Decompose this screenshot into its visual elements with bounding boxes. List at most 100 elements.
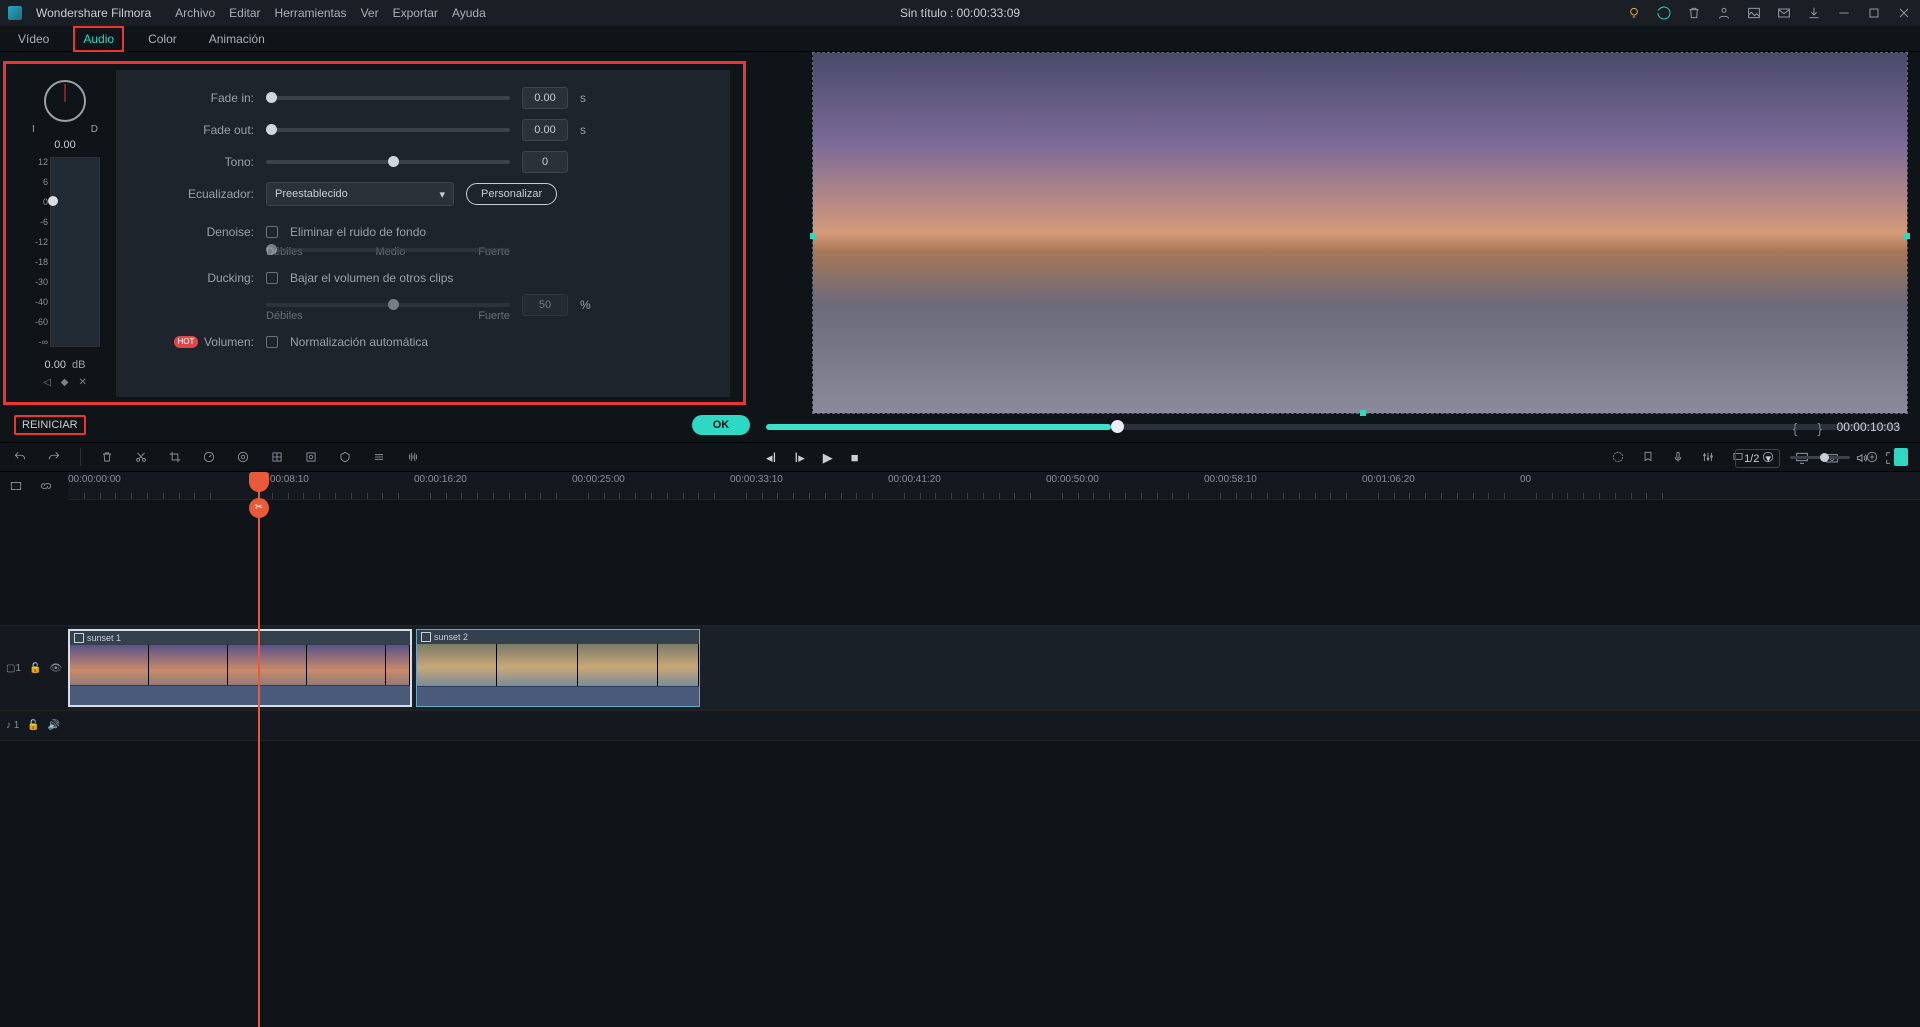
- clip-sunset-2[interactable]: sunset 2: [416, 629, 700, 707]
- scrubber-handle[interactable]: [1111, 420, 1124, 433]
- speed-icon[interactable]: [201, 449, 217, 465]
- refresh-icon[interactable]: [1656, 5, 1672, 21]
- video-track-row[interactable]: sunset 1 sunset 2: [68, 625, 1920, 711]
- close-icon[interactable]: [1896, 5, 1912, 21]
- tone-value[interactable]: 0: [522, 151, 568, 173]
- speaker-icon[interactable]: 🔊: [48, 720, 60, 731]
- lock-icon[interactable]: 🔓: [29, 663, 41, 674]
- tab-audio[interactable]: Audio: [73, 26, 124, 52]
- audio-track-row[interactable]: [68, 711, 1920, 741]
- level-handle[interactable]: [48, 196, 58, 206]
- resize-handle-right[interactable]: [1904, 233, 1910, 239]
- audio-sync-icon[interactable]: [405, 449, 421, 465]
- ducking-value[interactable]: 50: [522, 294, 568, 316]
- next-frame-button[interactable]: Ⅰ▸: [794, 450, 804, 466]
- clip-sunset-1[interactable]: sunset 1: [68, 629, 412, 707]
- equalizer-customize-button[interactable]: Personalizar: [466, 183, 557, 205]
- trash-icon[interactable]: [1686, 5, 1702, 21]
- ruler-tick: 00:00:50:00: [1046, 474, 1099, 485]
- page-indicator[interactable]: 1/2 ▾: [1735, 449, 1780, 468]
- ducking-slider[interactable]: [266, 303, 510, 307]
- crop-icon[interactable]: [167, 449, 183, 465]
- image-icon[interactable]: [1746, 5, 1762, 21]
- slider-knob[interactable]: [388, 156, 399, 167]
- pan-left-label: I: [32, 124, 35, 135]
- keyframe-next-icon[interactable]: ✕: [79, 377, 87, 388]
- mask-icon[interactable]: [337, 449, 353, 465]
- delete-icon[interactable]: [99, 449, 115, 465]
- mail-icon[interactable]: [1776, 5, 1792, 21]
- ok-button[interactable]: OK: [692, 415, 750, 435]
- fullscreen-icon[interactable]: [1884, 450, 1900, 466]
- slider-knob[interactable]: [266, 92, 277, 103]
- zoom-slider[interactable]: [1790, 456, 1850, 459]
- menu-archivo[interactable]: Archivo: [175, 6, 215, 20]
- volume-icon[interactable]: [1854, 450, 1870, 466]
- in-out-brackets[interactable]: { }: [1793, 420, 1830, 436]
- video-track-head[interactable]: ▢1 🔓 👁: [0, 625, 68, 711]
- resize-handle-left[interactable]: [810, 233, 816, 239]
- slider-knob[interactable]: [388, 299, 399, 310]
- maximize-icon[interactable]: [1866, 5, 1882, 21]
- minimize-icon[interactable]: [1836, 5, 1852, 21]
- ducking-check-label: Bajar el volumen de otros clips: [290, 271, 453, 285]
- bulb-icon[interactable]: [1626, 5, 1642, 21]
- preview-controls: ◂Ⅰ Ⅰ▸ ▶ ■ 1/2 ▾: [766, 444, 1900, 472]
- eye-icon[interactable]: 👁: [49, 663, 62, 674]
- fade-out-value[interactable]: 0.00: [522, 119, 568, 141]
- color-icon[interactable]: [235, 449, 251, 465]
- slider-knob[interactable]: [266, 244, 277, 255]
- resize-handle-bottom[interactable]: [1360, 410, 1366, 416]
- inspector-tabs: Vídeo Audio Color Animación: [0, 26, 1920, 52]
- greenscreen-icon[interactable]: [269, 449, 285, 465]
- playhead-split-icon[interactable]: ✂: [249, 498, 269, 518]
- menu-editar[interactable]: Editar: [229, 6, 260, 20]
- fade-out-slider[interactable]: [266, 128, 510, 132]
- denoise-slider[interactable]: [266, 248, 510, 252]
- equalizer-select[interactable]: Preestablecido ▾: [266, 182, 454, 206]
- denoise-checkbox[interactable]: [266, 226, 278, 238]
- zoom-knob[interactable]: [1820, 453, 1829, 462]
- play-button[interactable]: ▶: [823, 450, 833, 466]
- playhead-handle[interactable]: [249, 472, 269, 492]
- lock-icon[interactable]: 🔓: [27, 720, 39, 731]
- tab-color[interactable]: Color: [140, 28, 185, 50]
- keyframe-icon[interactable]: [303, 449, 319, 465]
- user-icon[interactable]: [1716, 5, 1732, 21]
- redo-icon[interactable]: [46, 449, 62, 465]
- hot-badge: HOT: [174, 336, 198, 348]
- prev-frame-button[interactable]: ◂Ⅰ: [766, 450, 776, 466]
- fade-out-label: Fade out:: [134, 123, 254, 137]
- timeline-media-icon[interactable]: [8, 478, 24, 494]
- volume-normalize-checkbox[interactable]: [266, 336, 278, 348]
- menu-herramientas[interactable]: Herramientas: [275, 6, 347, 20]
- slider-knob[interactable]: [266, 124, 277, 135]
- pan-dial[interactable]: [44, 80, 86, 122]
- menu-exportar[interactable]: Exportar: [393, 6, 438, 20]
- volume-meter: I D 0.00 12 6 0 -6 -12 -18 -30 -40 -60 -…: [30, 80, 100, 410]
- download-icon[interactable]: [1806, 5, 1822, 21]
- undo-icon[interactable]: [12, 449, 28, 465]
- tab-animation[interactable]: Animación: [201, 28, 273, 50]
- ducking-checkbox[interactable]: [266, 272, 278, 284]
- audio-track-head[interactable]: ♪ 1 🔓 🔊: [0, 711, 68, 741]
- keyframe-add-icon[interactable]: ◆: [61, 377, 69, 388]
- keyframe-prev-icon[interactable]: ◁: [43, 377, 51, 388]
- stop-button[interactable]: ■: [851, 450, 859, 466]
- playhead[interactable]: ✂: [258, 472, 260, 1027]
- tone-slider[interactable]: [266, 160, 510, 164]
- reset-button[interactable]: REINICIAR: [14, 415, 86, 435]
- tab-video[interactable]: Vídeo: [10, 28, 57, 50]
- menu-ver[interactable]: Ver: [361, 6, 379, 20]
- timeline-link-icon[interactable]: [38, 478, 54, 494]
- cut-icon[interactable]: [133, 449, 149, 465]
- adjustment-icon[interactable]: [371, 449, 387, 465]
- preview-scrubber[interactable]: [766, 424, 1900, 430]
- level-meter-bars[interactable]: [50, 157, 100, 347]
- preview-viewport[interactable]: [812, 52, 1908, 414]
- menu-ayuda[interactable]: Ayuda: [452, 6, 486, 20]
- fade-in-slider[interactable]: [266, 96, 510, 100]
- time-ruler[interactable]: 00:00:00:0000:00:08:1000:00:16:2000:00:2…: [68, 472, 1920, 500]
- fade-in-value[interactable]: 0.00: [522, 87, 568, 109]
- document-title: Sin título : 00:00:33:09: [900, 6, 1020, 20]
